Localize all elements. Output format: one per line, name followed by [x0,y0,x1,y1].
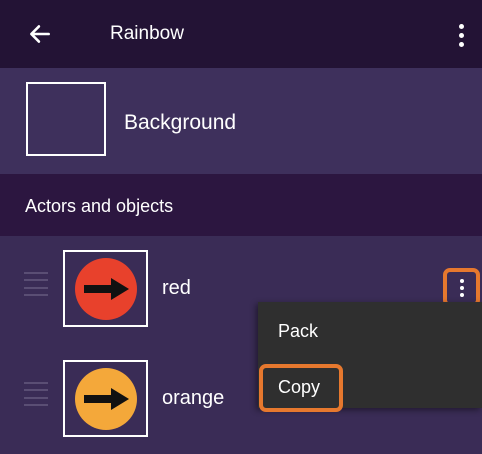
item-label: red [162,277,191,299]
background-label: Background [124,111,237,134]
overflow-menu-button[interactable] [446,18,476,52]
popup-menu: Pack Copy [258,302,482,412]
page-title: Rainbow [110,23,184,44]
item-label: orange [162,387,225,409]
more-vert-icon [458,23,464,47]
menu-item-label: Pack [278,321,319,341]
drag-handle-icon[interactable] [24,272,48,296]
menu-item-pack[interactable]: Pack [258,302,482,354]
actor-thumbnail[interactable] [63,360,148,437]
section-header: Actors and objects [0,174,482,236]
back-button[interactable] [20,16,60,52]
actor-thumbnail[interactable] [63,250,148,327]
right-arrow-icon [74,367,137,430]
arrow-left-icon [30,25,50,43]
background-row[interactable]: Background [0,68,482,174]
menu-item-label: Copy [278,377,321,397]
section-label: Actors and objects [25,196,174,216]
right-arrow-icon [74,257,137,320]
menu-item-copy[interactable]: Copy [258,354,482,412]
app-toolbar: Rainbow [0,0,482,68]
background-thumbnail [26,82,106,156]
drag-handle-icon[interactable] [24,382,48,406]
more-vert-icon [459,278,464,297]
